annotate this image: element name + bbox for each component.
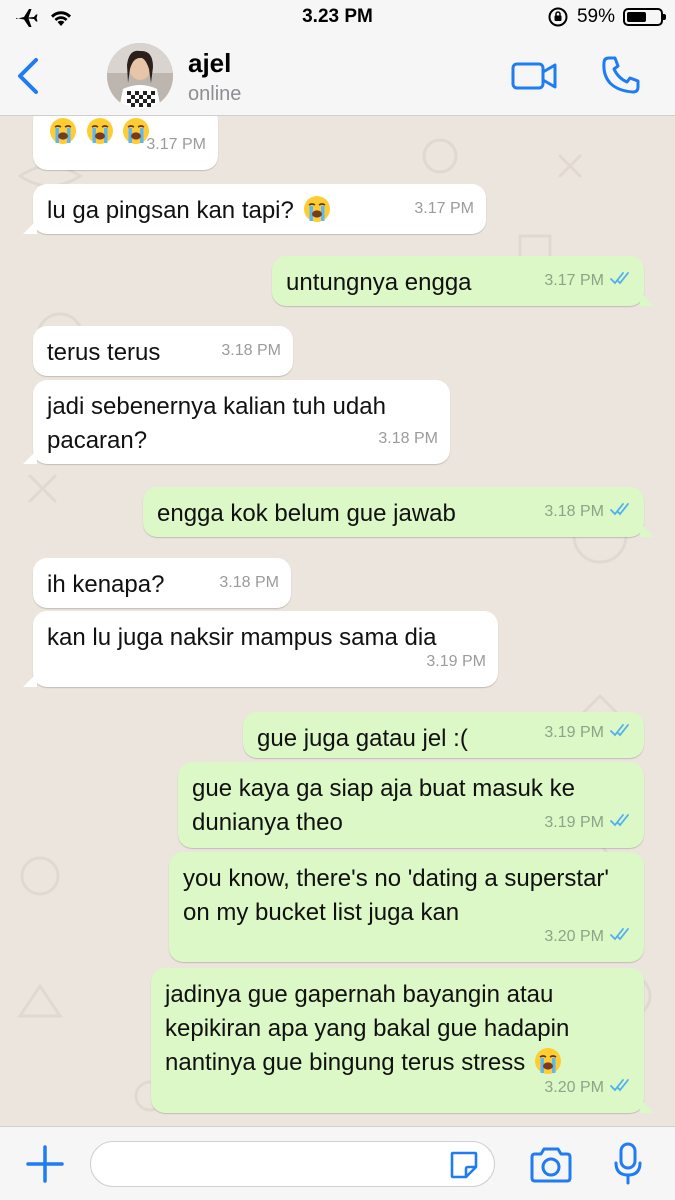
message-emoji xyxy=(294,196,331,224)
sticker-button[interactable] xyxy=(448,1149,480,1181)
back-button[interactable] xyxy=(10,54,46,98)
message-text: lu ga pingsan kan tapi? xyxy=(47,194,472,228)
video-camera-icon xyxy=(511,62,557,90)
read-ticks-icon xyxy=(610,272,629,285)
attach-button[interactable] xyxy=(24,1143,66,1185)
message-text: kan lu juga naksir mampus sama dia xyxy=(47,621,484,655)
battery-percent: 59% xyxy=(576,6,615,27)
avatar[interactable] xyxy=(107,43,173,109)
incoming-message[interactable]: terus terus 3.18 PM xyxy=(33,326,293,376)
message-text-content: kan lu juga naksir mampus sama dia xyxy=(47,624,437,651)
message-meta: 3.20 PM xyxy=(544,920,632,954)
message-time: 3.18 PM xyxy=(221,342,281,359)
video-call-button[interactable] xyxy=(510,58,558,94)
read-receipt xyxy=(610,920,632,954)
battery-icon xyxy=(623,8,666,26)
message-time: 3.18 PM xyxy=(219,574,279,591)
message-text-content: untungnya engga xyxy=(286,269,472,296)
loudly-crying-face-icon xyxy=(303,196,330,222)
message-text: jadinya gue gapernah bayangin atau kepik… xyxy=(165,978,630,1080)
phone-icon xyxy=(602,56,640,94)
read-receipt xyxy=(610,1071,632,1105)
status-bar: 3.23 PM 59% xyxy=(0,0,675,36)
camera-button[interactable] xyxy=(528,1145,574,1185)
message-text-content: terus terus xyxy=(47,339,161,366)
message-time: 3.18 PM xyxy=(544,503,604,520)
message-meta: 3.19 PM xyxy=(544,806,632,840)
message-meta: 3.19 PM xyxy=(426,645,486,679)
read-receipt xyxy=(610,495,632,529)
message-meta: 3.17 PM xyxy=(414,192,474,226)
incoming-message[interactable]: 3.17 PM xyxy=(33,116,218,170)
message-text-content: gue kaya ga siap aja buat masuk ke dunia… xyxy=(192,775,575,836)
message-emoji xyxy=(47,118,150,146)
message-time: 3.20 PM xyxy=(544,1079,604,1096)
message-text-content: engga kok belum gue jawab xyxy=(157,500,456,527)
message-time: 3.19 PM xyxy=(426,653,486,670)
loudly-crying-face-icon xyxy=(86,118,113,144)
incoming-message[interactable]: lu ga pingsan kan tapi? 3.17 PM xyxy=(23,184,486,234)
message-meta: 3.19 PM xyxy=(544,716,632,750)
message-text-content: ih kenapa? xyxy=(47,571,165,598)
chat-header: ajel online xyxy=(0,36,675,116)
incoming-message[interactable]: ih kenapa? 3.18 PM xyxy=(33,558,291,608)
message-time: 3.19 PM xyxy=(544,724,604,741)
avatar-image xyxy=(107,43,173,109)
status-right: 59% xyxy=(547,6,666,28)
message-text-content: jadi sebenernya kalian tuh udah pacaran? xyxy=(47,393,386,454)
read-ticks-icon xyxy=(610,928,629,941)
input-bar xyxy=(0,1126,675,1200)
outgoing-message[interactable]: jadinya gue gapernah bayangin atau kepik… xyxy=(151,968,654,1113)
loudly-crying-face-icon xyxy=(50,118,76,144)
outgoing-message[interactable]: gue juga gatau jel :( 3.19 PM xyxy=(243,712,644,758)
message-time: 3.20 PM xyxy=(544,928,604,945)
plus-icon xyxy=(26,1145,64,1183)
message-meta: 3.18 PM xyxy=(221,334,281,368)
message-meta: 3.18 PM xyxy=(378,422,438,456)
read-receipt xyxy=(610,716,632,750)
message-text-content: lu ga pingsan kan tapi? xyxy=(47,197,294,224)
message-text-content: jadinya gue gapernah bayangin atau kepik… xyxy=(165,981,570,1076)
contact-name[interactable]: ajel xyxy=(188,48,231,79)
camera-icon xyxy=(530,1147,572,1183)
outgoing-message[interactable]: untungnya engga 3.17 PM xyxy=(272,256,654,306)
read-ticks-icon xyxy=(610,1079,629,1092)
outgoing-message[interactable]: engga kok belum gue jawab 3.18 PM xyxy=(143,487,654,537)
contact-status: online xyxy=(188,83,242,105)
incoming-message[interactable]: kan lu juga naksir mampus sama dia 3.19 P… xyxy=(23,611,498,687)
message-input[interactable] xyxy=(90,1141,495,1187)
orientation-lock-icon xyxy=(548,7,568,27)
message-meta: 3.17 PM xyxy=(544,264,632,298)
message-text-content: you know, there's no 'dating a superstar… xyxy=(183,865,609,926)
message-time: 3.17 PM xyxy=(544,272,604,289)
message-meta: 3.17 PM xyxy=(146,128,206,162)
microphone-icon xyxy=(614,1142,642,1185)
message-text-content: gue juga gatau jel :( xyxy=(257,725,468,752)
read-receipt xyxy=(610,806,632,840)
voice-call-button[interactable] xyxy=(600,54,642,96)
outgoing-message[interactable]: you know, there's no 'dating a superstar… xyxy=(169,852,644,962)
outgoing-message[interactable]: gue kaya ga siap aja buat masuk ke dunia… xyxy=(178,762,644,848)
chat-area[interactable]: 3.17 PM lu ga pingsan kan tapi? 3.17 PM un… xyxy=(0,116,675,1126)
message-meta: 3.18 PM xyxy=(219,566,279,600)
read-ticks-icon xyxy=(610,724,629,737)
sticker-icon xyxy=(450,1151,478,1179)
read-receipt xyxy=(610,264,632,298)
message-time: 3.18 PM xyxy=(378,430,438,447)
read-ticks-icon xyxy=(610,503,629,516)
message-time: 3.17 PM xyxy=(414,200,474,217)
incoming-message[interactable]: jadi sebenernya kalian tuh udah pacaran?… xyxy=(23,380,450,464)
message-time: 3.19 PM xyxy=(544,814,604,831)
read-ticks-icon xyxy=(610,814,629,827)
message-meta: 3.20 PM xyxy=(544,1071,632,1105)
message-time: 3.17 PM xyxy=(146,136,206,153)
battery-fill xyxy=(627,12,646,22)
microphone-button[interactable] xyxy=(612,1141,644,1187)
message-meta: 3.18 PM xyxy=(544,495,632,529)
